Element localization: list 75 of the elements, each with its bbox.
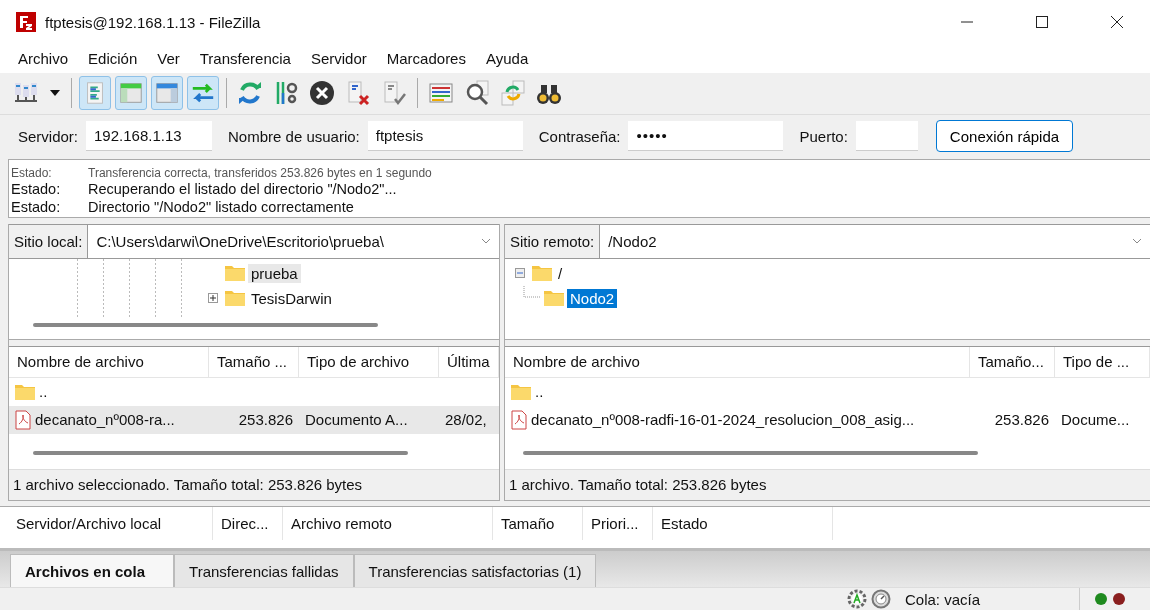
text-field[interactable]: ftptesis bbox=[367, 121, 523, 152]
horizontal-scrollbar[interactable] bbox=[33, 450, 408, 455]
port-field[interactable] bbox=[855, 121, 918, 152]
log-message: Directorio "/Nodo2" listado correctamente bbox=[88, 198, 354, 215]
menu-item[interactable]: Edición bbox=[78, 50, 148, 68]
column-header[interactable]: Última bbox=[439, 346, 499, 377]
log-message: Recuperando el listado del directorio "/Nodo2"... bbox=[88, 180, 397, 197]
log-label: Estado: bbox=[11, 165, 53, 180]
pdf-file-icon bbox=[511, 409, 527, 430]
menu-item[interactable]: Ver bbox=[147, 50, 190, 68]
queue-status: Cola: vacía bbox=[905, 590, 982, 608]
speed-gauge-icon[interactable] bbox=[871, 589, 891, 609]
tree-item[interactable]: prueba bbox=[248, 263, 301, 283]
menu-item[interactable]: Archivo bbox=[8, 50, 79, 68]
column-header[interactable]: Tamaño ... bbox=[209, 346, 299, 377]
file-name[interactable]: decanato_nº008-ra... bbox=[35, 411, 175, 429]
message-log-toggle[interactable] bbox=[79, 76, 111, 111]
text-field[interactable]: 192.168.1.13 bbox=[86, 121, 213, 152]
menu-item[interactable]: Marcadores bbox=[376, 50, 476, 68]
menu-item[interactable]: Servidor bbox=[300, 50, 377, 68]
field-label: Nombre de usuario: bbox=[228, 127, 360, 145]
file-name[interactable]: decanato_nº008-radfi-16-01-2024_resolucion_008_asig... bbox=[531, 411, 915, 429]
tree-connector bbox=[523, 286, 541, 301]
column-header[interactable]: Nombre de archivo bbox=[9, 346, 209, 377]
table-cell-text: Documento A... bbox=[304, 411, 409, 429]
password-field[interactable]: ••••• bbox=[628, 121, 784, 152]
log-label: Estado: bbox=[11, 197, 62, 216]
tab[interactable]: Archivos en cola bbox=[10, 554, 175, 587]
log-label: Estado: bbox=[11, 179, 62, 198]
log-message: Transferencia correcta, transferidos 253.826 bytes en 1 segundo bbox=[88, 165, 432, 180]
column-header[interactable]: Tamaño... bbox=[970, 346, 1055, 377]
column-header[interactable]: Nombre de archivo bbox=[505, 346, 970, 377]
table-cell-text: Docume... bbox=[1060, 411, 1131, 429]
menu-item[interactable]: Transferencia bbox=[189, 50, 301, 68]
quickconnect-button[interactable]: Conexión rápida bbox=[935, 120, 1074, 153]
transfer-queue-toggle[interactable] bbox=[187, 76, 219, 111]
table-cell-text: 28/02, bbox=[444, 411, 488, 429]
window-title: ftptesis@192.168.1.13 - FileZilla bbox=[45, 13, 261, 31]
pane-status: 1 archivo. Tamaño total: 253.826 bytes bbox=[505, 468, 1150, 500]
field-label: Puerto: bbox=[799, 127, 848, 145]
tree-item[interactable]: TesisDarwin bbox=[248, 288, 335, 308]
dropdown-arrow-icon[interactable] bbox=[50, 90, 60, 97]
path-combobox[interactable]: /Nodo2 bbox=[600, 224, 1150, 258]
field-label: Servidor: bbox=[18, 127, 79, 145]
table-cell-text: 253.826 bbox=[237, 411, 294, 429]
app-logo-icon bbox=[16, 12, 36, 33]
horizontal-scrollbar[interactable] bbox=[523, 450, 978, 455]
column-header[interactable]: Tipo de ... bbox=[1055, 346, 1150, 377]
tree-item[interactable]: / bbox=[555, 263, 566, 283]
gear-icon[interactable] bbox=[847, 589, 867, 609]
field-label: Contraseña: bbox=[538, 127, 621, 145]
collapse-icon[interactable] bbox=[515, 268, 525, 279]
folder-icon bbox=[511, 383, 531, 400]
horizontal-scrollbar[interactable] bbox=[33, 322, 378, 327]
folder-icon bbox=[544, 290, 564, 307]
remote-tree-toggle[interactable] bbox=[151, 76, 183, 111]
path-combobox[interactable]: C:\Users\darwi\OneDrive\Escritorio\prueba\ bbox=[88, 224, 499, 258]
status-led-icon bbox=[1094, 592, 1108, 606]
file-name[interactable]: .. bbox=[39, 383, 48, 401]
folder-icon bbox=[225, 265, 245, 282]
file-name[interactable]: .. bbox=[535, 383, 544, 401]
table-cell-text: 253.826 bbox=[993, 411, 1050, 429]
column-header[interactable]: Tipo de archivo bbox=[299, 346, 439, 377]
folder-icon bbox=[225, 290, 245, 307]
pane-status: 1 archivo seleccionado. Tamaño total: 253.826 bytes bbox=[9, 468, 499, 500]
folder-icon bbox=[15, 383, 35, 400]
tree-item[interactable]: Nodo2 bbox=[567, 288, 618, 308]
menu-item[interactable]: Ayuda bbox=[475, 50, 539, 68]
local-tree-toggle[interactable] bbox=[115, 76, 147, 111]
folder-icon bbox=[532, 265, 552, 282]
tab[interactable]: Transferencias fallidas bbox=[174, 554, 354, 587]
status-led-icon bbox=[1112, 592, 1126, 606]
expand-icon[interactable] bbox=[208, 293, 218, 304]
pdf-file-icon bbox=[15, 409, 31, 430]
tab[interactable]: Transferencias satisfactorias (1) bbox=[353, 554, 597, 587]
